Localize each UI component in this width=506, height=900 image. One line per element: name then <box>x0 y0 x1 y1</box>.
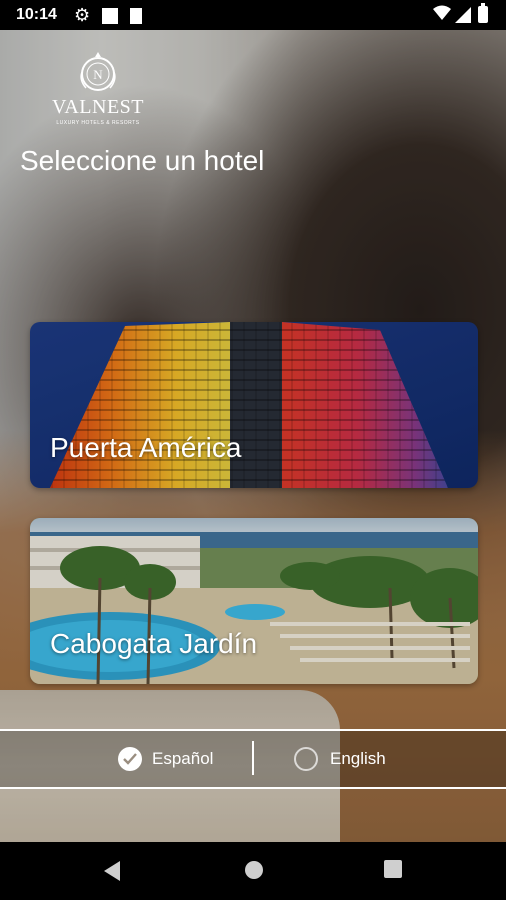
page-title: Seleccione un hotel <box>20 145 265 176</box>
brand-logo: N VALNEST LUXURY HOTELS & RESORTS <box>50 50 146 126</box>
battery-icon <box>478 3 488 23</box>
hotel-name: Puerta América <box>50 432 242 463</box>
back-icon[interactable] <box>102 860 122 882</box>
crest-icon: N <box>80 52 116 91</box>
recent-apps-icon[interactable] <box>384 860 402 878</box>
language-label: English <box>330 749 386 768</box>
hotel-card-cabogata-jardin[interactable]: Cabogata Jardín <box>30 518 478 684</box>
brand-tagline: LUXURY HOTELS & RESORTS <box>56 120 140 126</box>
language-divider <box>252 741 254 775</box>
language-selector: Español English <box>0 729 506 789</box>
settings-gear-icon: ⚙ <box>74 5 91 25</box>
home-icon[interactable] <box>244 860 264 880</box>
crest-monogram: N <box>93 67 103 82</box>
brand-name: VALNEST <box>51 96 145 118</box>
language-label: Español <box>152 749 214 768</box>
language-option-english[interactable]: English <box>294 745 386 773</box>
language-option-espanol[interactable]: Español <box>118 745 213 773</box>
sd-card-icon <box>130 8 142 24</box>
wifi-icon <box>433 5 451 20</box>
status-time: 10:14 <box>16 6 57 23</box>
radio-unchecked-icon <box>294 747 318 771</box>
hotel-name: Cabogata Jardín <box>50 628 258 659</box>
system-nav-bar <box>0 842 506 900</box>
checkmark-icon <box>118 747 142 771</box>
hotel-card-puerta-america[interactable]: Puerta América <box>30 322 478 488</box>
signal-icon <box>455 7 471 23</box>
notification-square-icon <box>102 8 118 24</box>
status-bar: 10:14 ⚙ <box>0 0 506 30</box>
